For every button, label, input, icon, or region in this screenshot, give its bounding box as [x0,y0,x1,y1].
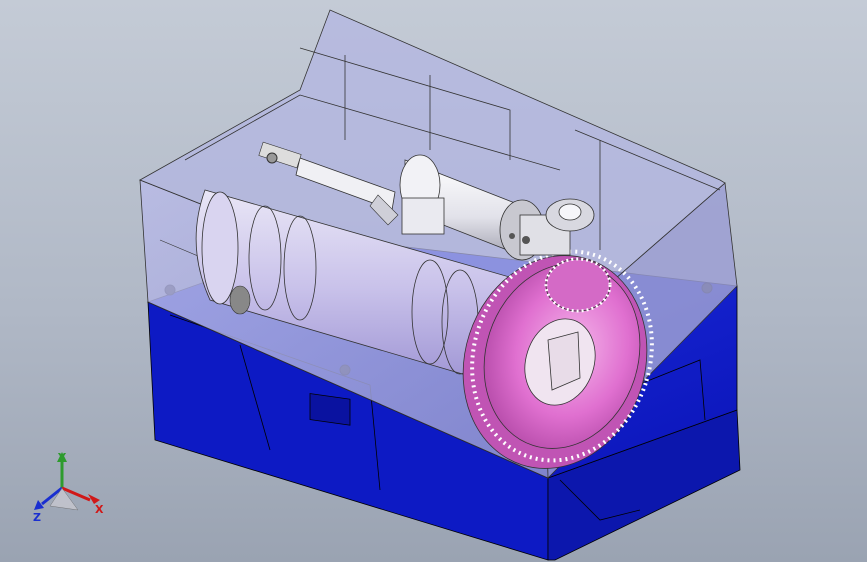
y-axis-label: Y [58,451,66,464]
pinion-gear[interactable] [544,257,612,313]
x-axis-label: X [95,503,104,516]
axis-triad-icon [34,452,100,511]
z-axis-label: Z [33,511,41,524]
cad-viewport[interactable]: Y X Z [0,0,867,562]
gearbox-model[interactable] [0,0,867,562]
